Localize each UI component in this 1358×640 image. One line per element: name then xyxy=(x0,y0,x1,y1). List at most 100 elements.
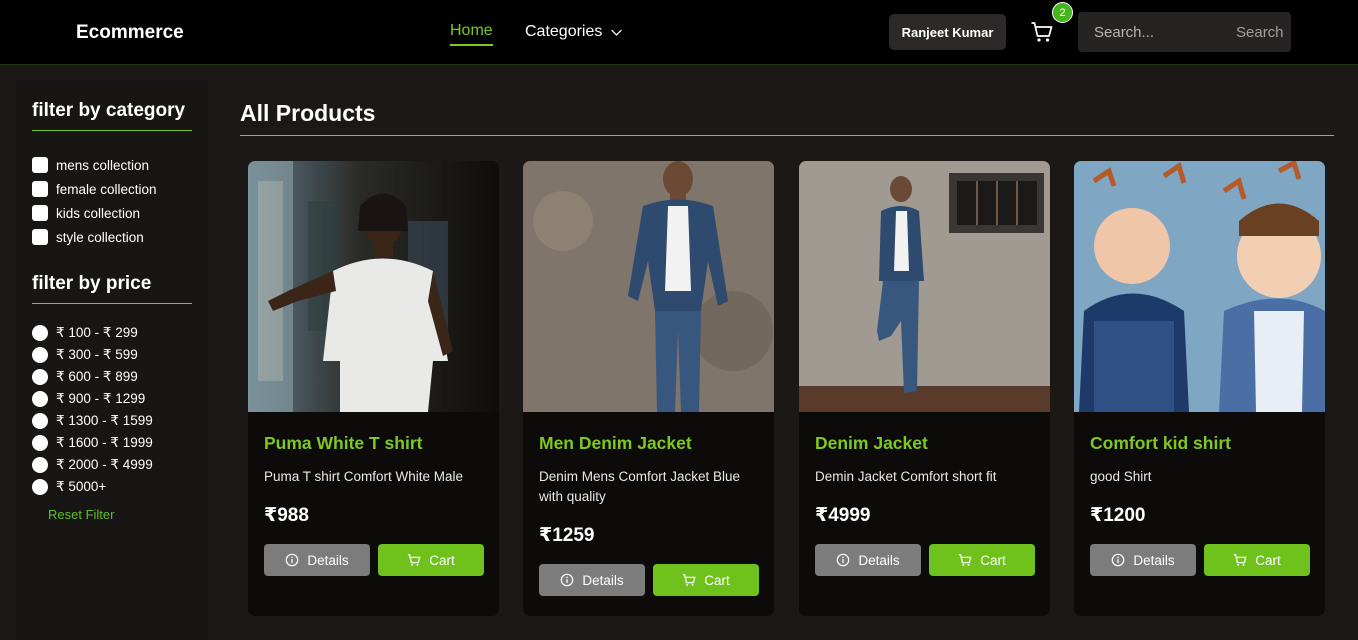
nav-categories-dropdown[interactable]: Categories xyxy=(525,23,623,41)
navbar: Ecommerce Home Categories Ranjeet Kumar … xyxy=(0,0,1358,65)
cart-icon xyxy=(683,574,696,586)
category-filter-title: filter by category xyxy=(32,100,192,131)
category-option[interactable]: kids collection xyxy=(32,201,157,225)
page-title: All Products xyxy=(240,100,1334,136)
product-price: ₹1200 xyxy=(1090,505,1146,526)
price-label: ₹ 100 - ₹ 299 xyxy=(56,325,138,340)
cart-label: Cart xyxy=(429,552,455,568)
category-option[interactable]: female collection xyxy=(32,177,157,201)
search-input[interactable] xyxy=(1078,12,1228,52)
info-icon xyxy=(286,553,299,567)
cart-icon xyxy=(1234,554,1247,566)
price-label: ₹ 5000+ xyxy=(56,479,107,494)
category-option[interactable]: style collection xyxy=(32,225,157,249)
product-price: ₹1259 xyxy=(539,525,595,546)
product-card: Comfort kid shirt good Shirt ₹1200 Detai… xyxy=(1074,161,1325,616)
category-filter-list: mens collection female collection kids c… xyxy=(32,153,157,249)
product-name[interactable]: Comfort kid shirt xyxy=(1090,433,1231,454)
price-option[interactable]: ₹ 300 - ₹ 599 xyxy=(32,344,153,366)
product-image[interactable] xyxy=(799,161,1050,412)
cart-count-badge: 2 xyxy=(1052,2,1073,23)
price-filter-list: ₹ 100 - ₹ 299 ₹ 300 - ₹ 599 ₹ 600 - ₹ 89… xyxy=(32,322,153,498)
filter-sidebar: filter by category mens collection femal… xyxy=(16,80,208,640)
radio-button[interactable] xyxy=(32,347,48,363)
cart-label: Cart xyxy=(704,572,730,588)
user-menu-button[interactable]: Ranjeet Kumar xyxy=(889,14,1006,50)
price-label: ₹ 2000 - ₹ 4999 xyxy=(56,457,153,472)
radio-button[interactable] xyxy=(32,435,48,451)
details-label: Details xyxy=(582,572,624,588)
product-price: ₹4999 xyxy=(815,505,871,526)
product-name[interactable]: Puma White T shirt xyxy=(264,433,422,454)
details-label: Details xyxy=(1133,552,1175,568)
chevron-down-icon xyxy=(611,29,623,36)
add-to-cart-button[interactable]: Cart xyxy=(1204,544,1310,576)
product-image[interactable] xyxy=(523,161,774,412)
radio-button[interactable] xyxy=(32,479,48,495)
price-label: ₹ 900 - ₹ 1299 xyxy=(56,391,146,406)
category-label: style collection xyxy=(56,229,144,245)
info-icon xyxy=(1112,553,1125,567)
details-label: Details xyxy=(858,552,900,568)
search-form: Search xyxy=(1078,12,1291,52)
cart-icon xyxy=(959,554,972,566)
radio-button[interactable] xyxy=(32,369,48,385)
checkbox[interactable] xyxy=(32,229,48,245)
add-to-cart-button[interactable]: Cart xyxy=(929,544,1035,576)
price-option[interactable]: ₹ 100 - ₹ 299 xyxy=(32,322,153,344)
checkbox[interactable] xyxy=(32,205,48,221)
product-card: Puma White T shirt Puma T shirt Comfort … xyxy=(248,161,499,616)
brand-logo[interactable]: Ecommerce xyxy=(76,22,184,44)
product-image[interactable] xyxy=(248,161,499,412)
price-option[interactable]: ₹ 600 - ₹ 899 xyxy=(32,366,153,388)
nav-home-link[interactable]: Home xyxy=(450,22,493,46)
cart-link[interactable] xyxy=(1030,20,1056,46)
product-price: ₹988 xyxy=(264,505,309,526)
product-description: Puma T shirt Comfort White Male xyxy=(264,469,464,484)
price-label: ₹ 1300 - ₹ 1599 xyxy=(56,413,153,428)
product-image[interactable] xyxy=(1074,161,1325,412)
info-icon xyxy=(837,553,850,567)
radio-button[interactable] xyxy=(32,391,48,407)
price-label: ₹ 300 - ₹ 599 xyxy=(56,347,138,362)
radio-button[interactable] xyxy=(32,325,48,341)
category-option[interactable]: mens collection xyxy=(32,153,157,177)
price-option[interactable]: ₹ 1600 - ₹ 1999 xyxy=(32,432,153,454)
cart-label: Cart xyxy=(1255,552,1281,568)
product-description: Demin Jacket Comfort short fit xyxy=(815,469,997,484)
details-button[interactable]: Details xyxy=(1090,544,1196,576)
price-option[interactable]: ₹ 1300 - ₹ 1599 xyxy=(32,410,153,432)
radio-button[interactable] xyxy=(32,413,48,429)
product-name[interactable]: Denim Jacket xyxy=(815,433,928,454)
price-filter-title: filter by price xyxy=(32,273,192,304)
price-label: ₹ 600 - ₹ 899 xyxy=(56,369,138,384)
radio-button[interactable] xyxy=(32,457,48,473)
search-button[interactable]: Search xyxy=(1236,24,1284,41)
category-label: kids collection xyxy=(56,205,141,221)
price-option[interactable]: ₹ 2000 - ₹ 4999 xyxy=(32,454,153,476)
info-icon xyxy=(561,573,574,587)
price-label: ₹ 1600 - ₹ 1999 xyxy=(56,435,153,450)
add-to-cart-button[interactable]: Cart xyxy=(378,544,484,576)
add-to-cart-button[interactable]: Cart xyxy=(653,564,759,596)
cart-icon xyxy=(1031,22,1053,42)
products-section: All Products Puma White T shirt Puma T s… xyxy=(224,80,1350,640)
nav-categories-label: Categories xyxy=(525,23,603,40)
details-button[interactable]: Details xyxy=(815,544,921,576)
checkbox[interactable] xyxy=(32,157,48,173)
details-label: Details xyxy=(307,552,349,568)
product-name[interactable]: Men Denim Jacket xyxy=(539,433,692,454)
category-label: female collection xyxy=(56,181,157,197)
details-button[interactable]: Details xyxy=(264,544,370,576)
product-card: Denim Jacket Demin Jacket Comfort short … xyxy=(799,161,1050,616)
product-description: Denim Mens Comfort Jacket Blue with qual… xyxy=(539,469,741,504)
price-option[interactable]: ₹ 5000+ xyxy=(32,476,153,498)
cart-icon xyxy=(408,554,421,566)
product-description: good Shirt xyxy=(1090,469,1152,484)
product-card: Men Denim Jacket Denim Mens Comfort Jack… xyxy=(523,161,774,616)
price-option[interactable]: ₹ 900 - ₹ 1299 xyxy=(32,388,153,410)
checkbox[interactable] xyxy=(32,181,48,197)
cart-label: Cart xyxy=(980,552,1006,568)
details-button[interactable]: Details xyxy=(539,564,645,596)
reset-filter-button[interactable]: Reset Filter xyxy=(48,507,114,522)
